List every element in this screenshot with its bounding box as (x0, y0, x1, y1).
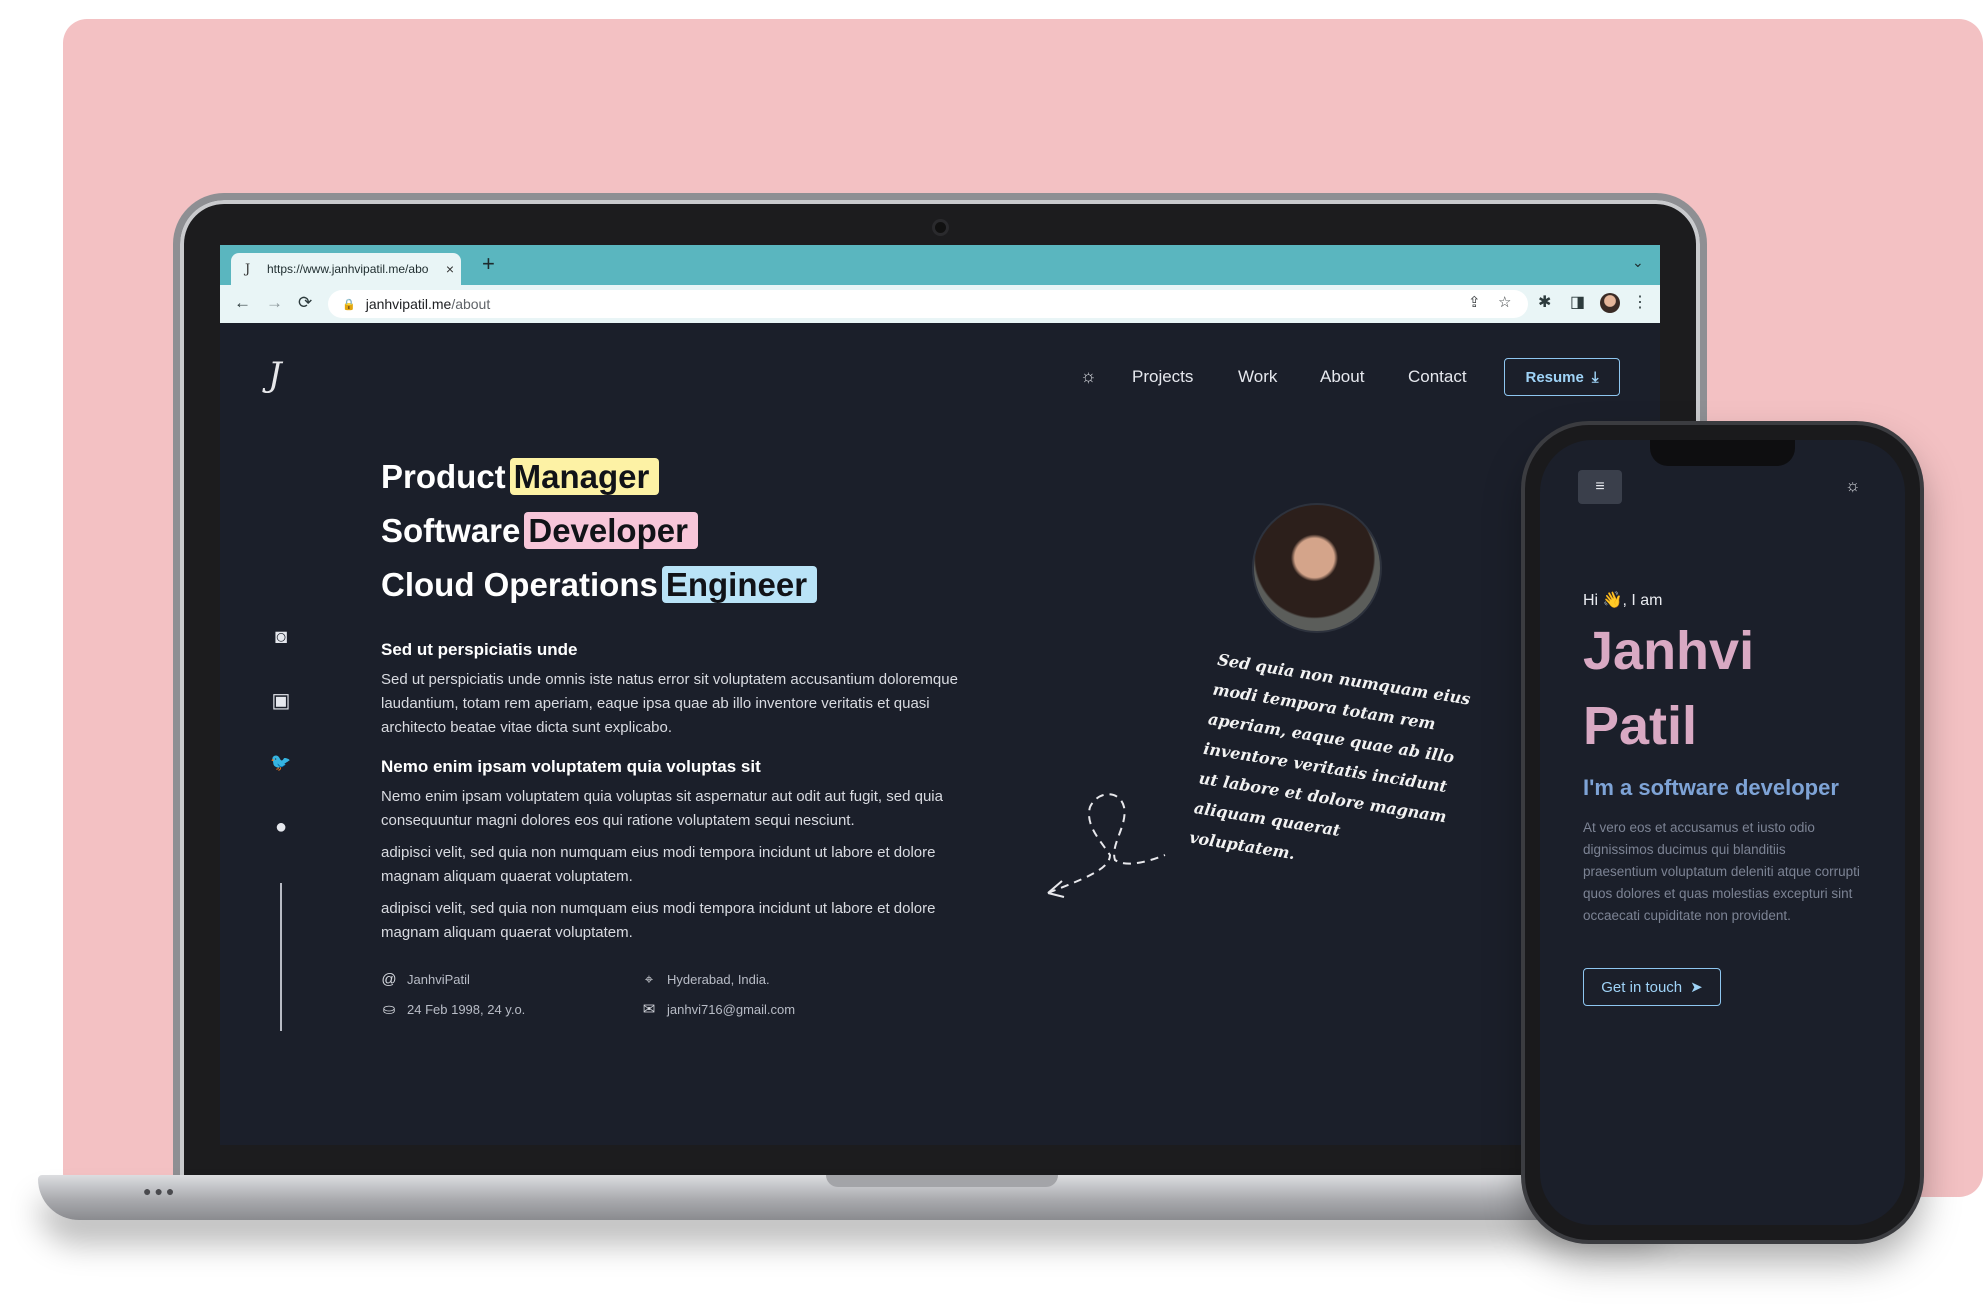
nav-contact[interactable]: Contact (1408, 367, 1467, 387)
highlight-engineer: Engineer (661, 566, 818, 603)
laptop-base-dots: ●●● (143, 1183, 178, 1199)
github-icon[interactable]: ● (268, 816, 294, 839)
headline-text: Software (381, 512, 521, 549)
cta-label: Get in touch (1601, 978, 1683, 996)
first-name: Janhvi (1583, 621, 1755, 681)
handwritten-note: Sed quia non numquam eius modi tempora t… (1188, 649, 1472, 864)
location-pin-icon: ⌖ (644, 971, 654, 988)
address-path: /about (451, 296, 491, 312)
paragraph-1: Sed ut perspiciatis unde omnis iste natu… (381, 671, 958, 736)
linkedin-icon[interactable]: ▣ (268, 688, 294, 713)
resume-button[interactable]: Resume ⤓ (1504, 358, 1620, 396)
mail-icon: ✉ (642, 1001, 656, 1018)
headline-text: Cloud Operations (381, 566, 658, 603)
laptop-screen: J https://www.janhvipatil.me/abo × + ⌄ ←… (220, 245, 1660, 1145)
address-domain: janhvipatil.me (365, 296, 452, 312)
lock-icon: 🔒 (342, 298, 356, 311)
highlight-manager: Manager (509, 458, 660, 495)
info-location: ⌖ Hyderabad, India. (641, 971, 770, 988)
headline-text: Product (381, 458, 506, 495)
phone-screen: ≡ ☼ Hi 👋, I am Janhvi Patil I'm a softwa… (1540, 440, 1905, 1225)
site-logo[interactable]: J (268, 355, 282, 395)
headline-cloud-engineer: Cloud Operations Engineer (381, 566, 818, 604)
laptop-hinge-notch (826, 1175, 1058, 1187)
social-divider-line (280, 883, 282, 1031)
nav-projects[interactable]: Projects (1132, 367, 1193, 387)
section-subhead-2: Nemo enim ipsam voluptatem quia voluptas… (381, 757, 761, 776)
extensions-icon[interactable]: ✱ (1538, 292, 1551, 312)
side-panel-icon[interactable]: ◨ (1570, 292, 1585, 312)
new-tab-icon[interactable]: + (482, 251, 495, 277)
download-icon: ⤓ (1591, 368, 1599, 386)
browser-menu-icon[interactable]: ⋮ (1632, 292, 1648, 312)
headline-software-developer: Software Developer (381, 512, 698, 550)
instagram-icon[interactable]: ◙ (268, 626, 294, 649)
paragraph-3: adipisci velit, sed quia non numquam eiu… (381, 844, 936, 885)
tab-title: https://www.janhvipatil.me/abo (267, 262, 429, 276)
location-text: Hyderabad, India. (667, 972, 770, 987)
highlight-developer: Developer (524, 512, 698, 549)
hamburger-menu-icon[interactable]: ≡ (1578, 470, 1622, 504)
share-icon[interactable]: ⇪ (1468, 293, 1481, 311)
reload-icon[interactable]: ⟳ (298, 293, 312, 313)
info-username: @ JanhviPatil (381, 971, 470, 988)
browser-toolbar: ← → ⟳ 🔒 janhvipatil.me/about ⇪ ☆ ✱ ◨ ⋮ (220, 285, 1660, 323)
back-icon[interactable]: ← (234, 293, 251, 313)
laptop-camera (935, 222, 946, 233)
paragraph-2: Nemo enim ipsam voluptatem quia voluptas… (381, 788, 943, 829)
browser-tab-bar: J https://www.janhvipatil.me/abo × + ⌄ (220, 245, 1660, 285)
theme-toggle-icon[interactable]: ☼ (1845, 476, 1861, 496)
close-tab-icon[interactable]: × (439, 261, 461, 277)
address-bar[interactable]: 🔒 janhvipatil.me/about ⇪ ☆ (328, 290, 1528, 318)
greeting: Hi 👋, I am (1583, 592, 1663, 609)
intro-description: At vero eos et accusamus et iusto odio d… (1583, 820, 1860, 923)
resume-label: Resume (1525, 368, 1584, 386)
email-text[interactable]: janhvi716@gmail.com (667, 1002, 795, 1017)
dashed-loop-arrow-icon (1047, 793, 1166, 898)
info-email[interactable]: ✉ janhvi716@gmail.com (641, 1000, 795, 1018)
birthday-text: 24 Feb 1998, 24 y.o. (407, 1001, 526, 1017)
browser-tab[interactable]: J https://www.janhvipatil.me/abo × (231, 253, 461, 285)
section-subhead-1: Sed ut perspiciatis unde (381, 640, 578, 659)
role-tagline: I'm a software developer (1583, 775, 1839, 800)
cake-icon: ⛀ (382, 1001, 396, 1018)
bookmark-star-icon[interactable]: ☆ (1498, 293, 1511, 311)
tab-search-icon[interactable]: ⌄ (1632, 254, 1644, 271)
favicon-icon: J (245, 261, 251, 277)
phone-notch (1650, 440, 1795, 466)
profile-portrait (1252, 503, 1382, 633)
last-name: Patil (1583, 696, 1698, 756)
nav-work[interactable]: Work (1238, 367, 1277, 387)
paragraph-4: adipisci velit, sed quia non numquam eiu… (381, 900, 936, 941)
send-icon: ➤ (1690, 979, 1703, 996)
headline-product-manager: Product Manager (381, 458, 660, 496)
forward-icon[interactable]: → (266, 293, 283, 313)
theme-toggle-icon[interactable]: ☼ (1080, 366, 1097, 387)
nav-about[interactable]: About (1320, 367, 1364, 387)
twitter-icon[interactable]: 🐦 (268, 753, 294, 773)
profile-avatar[interactable] (1600, 293, 1620, 313)
info-birthday: ⛀ 24 Feb 1998, 24 y.o. (381, 1000, 526, 1018)
get-in-touch-button[interactable]: Get in touch ➤ (1583, 968, 1721, 1006)
username-text: JanhviPatil (407, 972, 470, 987)
at-icon: @ (381, 971, 397, 988)
